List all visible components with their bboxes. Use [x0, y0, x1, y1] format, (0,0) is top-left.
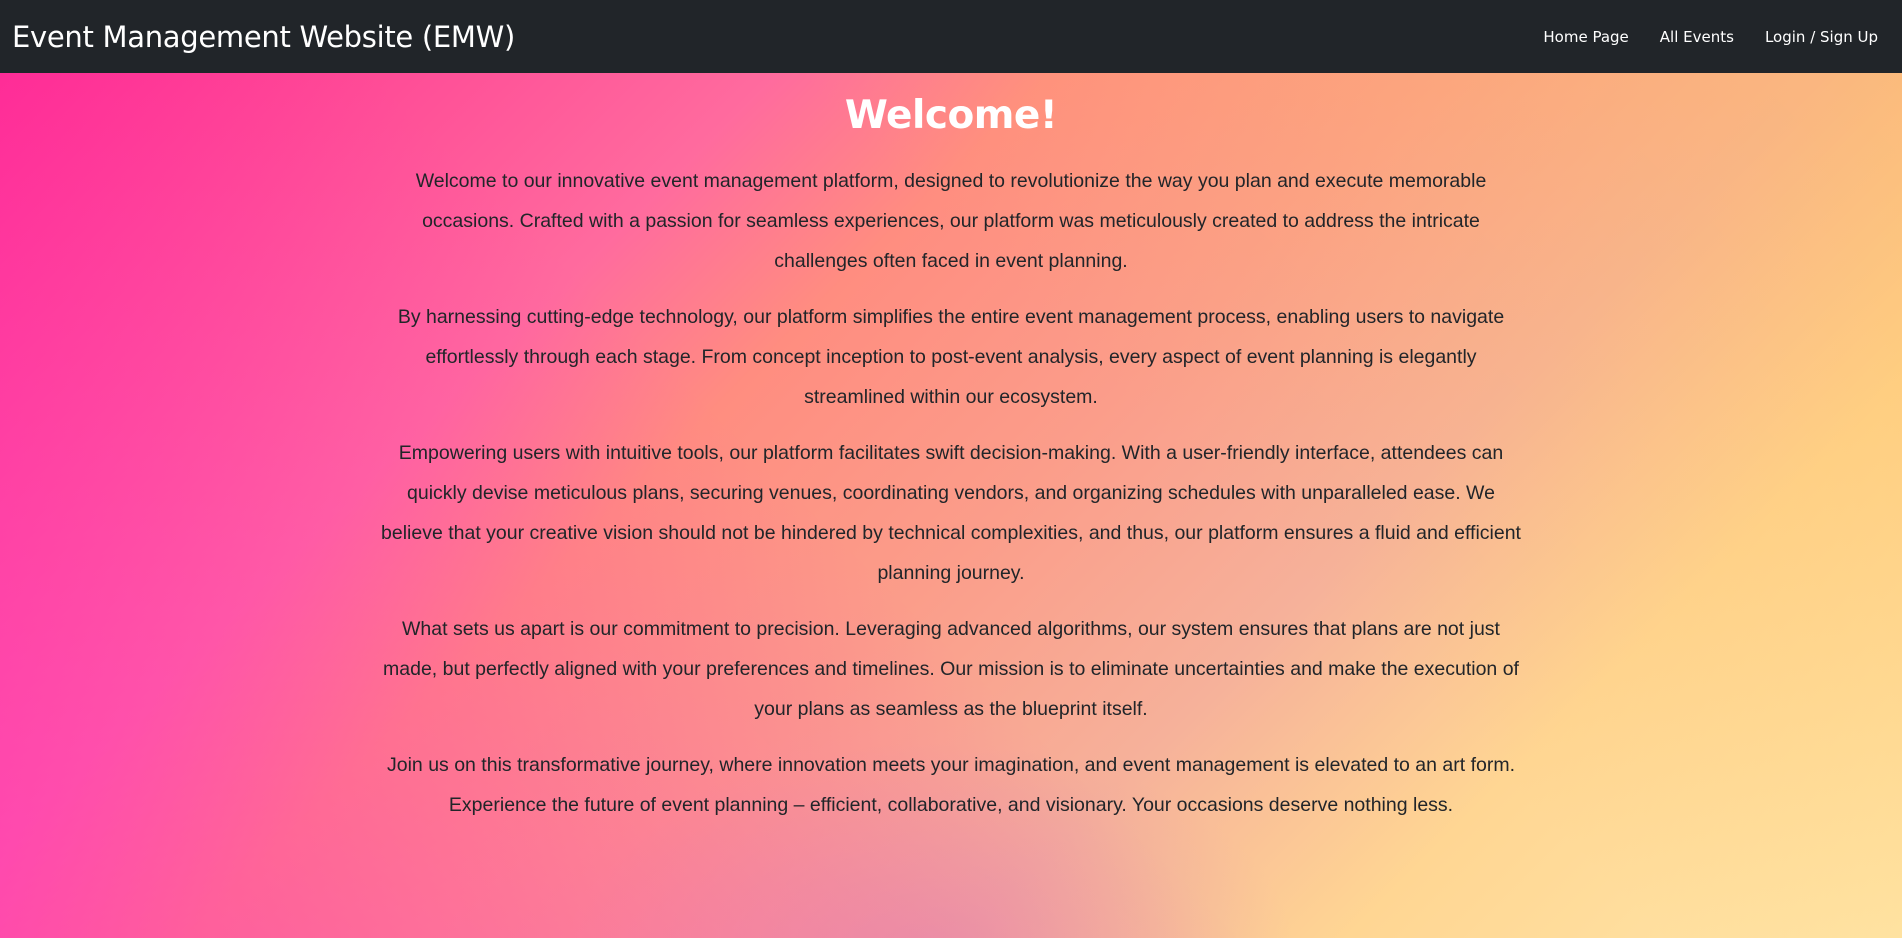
intro-paragraph-1: Welcome to our innovative event manageme…: [415, 170, 1487, 272]
intro-paragraph-3: Empowering users with intuitive tools, o…: [381, 442, 1521, 584]
top-navbar: Event Management Website (EMW) Home Page…: [0, 0, 1902, 73]
brand-title[interactable]: Event Management Website (EMW): [12, 20, 515, 54]
nav-link-login-signup[interactable]: Login / Sign Up: [1765, 28, 1878, 46]
intro-paragraph-5: Join us on this transformative journey, …: [387, 754, 1515, 816]
welcome-section: Welcome! Welcome to our innovative event…: [0, 73, 1902, 938]
nav-link-all-events[interactable]: All Events: [1660, 28, 1734, 46]
page-title: Welcome!: [844, 93, 1058, 138]
nav-link-home-page[interactable]: Home Page: [1543, 28, 1628, 46]
intro-paragraph-2: By harnessing cutting-edge technology, o…: [397, 306, 1505, 408]
intro-paragraph-4: What sets us apart is our commitment to …: [383, 618, 1519, 720]
nav-links: Home Page All Events Login / Sign Up: [1512, 28, 1878, 46]
welcome-content: Welcome! Welcome to our innovative event…: [381, 73, 1521, 825]
